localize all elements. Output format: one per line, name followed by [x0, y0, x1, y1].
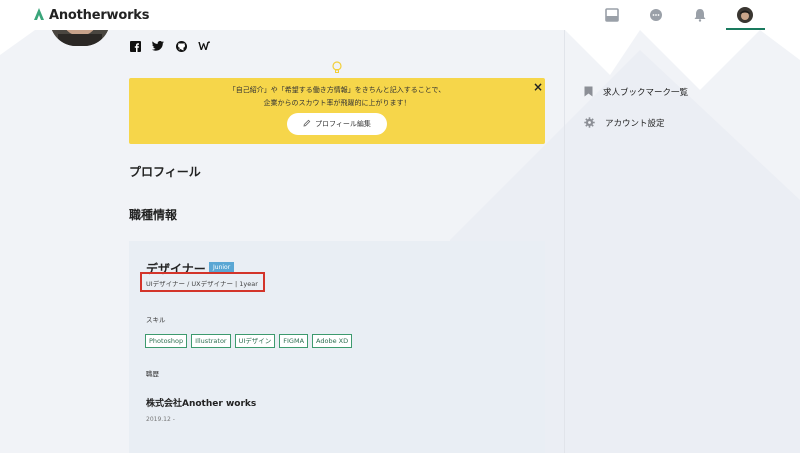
close-icon[interactable]: × [532, 81, 544, 93]
company-name: 株式会社Another works [146, 399, 257, 409]
edit-profile-label: プロフィール編集 [315, 120, 371, 128]
skill-tag: UIデザイン [234, 334, 276, 348]
lightbulb-icon [331, 60, 343, 79]
facebook-icon[interactable] [129, 40, 141, 52]
active-tab-indicator [726, 28, 765, 30]
twitter-icon[interactable] [152, 40, 164, 52]
chat-icon[interactable] [646, 5, 666, 25]
document-icon[interactable] [602, 5, 622, 25]
sidebar-item-account[interactable]: アカウント設定 [584, 113, 665, 132]
pencil-icon [303, 119, 311, 129]
career-label: 職歴 [146, 370, 159, 378]
skill-tag: Photoshop [145, 334, 188, 348]
profile-heading: プロフィール [129, 165, 201, 179]
skill-tag: Illustrator [191, 334, 231, 348]
job-info-card: デザイナー Junior UIデザイナー / UXデザイナー | 1year ス… [129, 241, 545, 453]
bell-icon[interactable] [690, 5, 710, 25]
logo-icon [33, 6, 45, 25]
gear-icon [584, 113, 595, 132]
job-info-heading: 職種情報 [129, 208, 178, 222]
sidebar-item-bookmarks[interactable]: 求人ブックマーク一覧 [584, 82, 688, 101]
skill-tag: Adobe XD [312, 334, 353, 348]
edit-profile-button[interactable]: プロフィール編集 [287, 113, 387, 135]
job-subtitle: UIデザイナー / UXデザイナー | 1year [146, 280, 258, 288]
skill-tag: FIGMA [279, 334, 309, 348]
sidebar-item-label: 求人ブックマーク一覧 [603, 87, 689, 98]
skills-label: スキル [146, 316, 166, 324]
github-icon[interactable] [175, 40, 187, 52]
profile-completion-banner: 「自己紹介」や「希望する働き方情報」をきちんと記入することで、 企業からのスカウ… [129, 78, 545, 144]
sidebar-item-label: アカウント設定 [605, 118, 665, 129]
banner-line-1: 「自己紹介」や「希望する働き方情報」をきちんと記入することで、 [228, 86, 446, 94]
skills-list: Photoshop Illustrator UIデザイン FIGMA Adobe… [145, 334, 353, 348]
brand-name: Anotherworks [49, 8, 150, 23]
bookmark-icon [584, 82, 593, 101]
employment-date: 2019.12 - [146, 416, 175, 423]
sidebar-divider [564, 30, 565, 453]
wantedly-icon[interactable] [198, 40, 210, 52]
brand-logo[interactable]: Anotherworks [33, 6, 149, 25]
user-avatar[interactable] [735, 5, 755, 25]
top-header: Anotherworks [0, 0, 800, 30]
banner-line-2: 企業からのスカウト率が飛躍的に上がります！ [263, 99, 411, 107]
